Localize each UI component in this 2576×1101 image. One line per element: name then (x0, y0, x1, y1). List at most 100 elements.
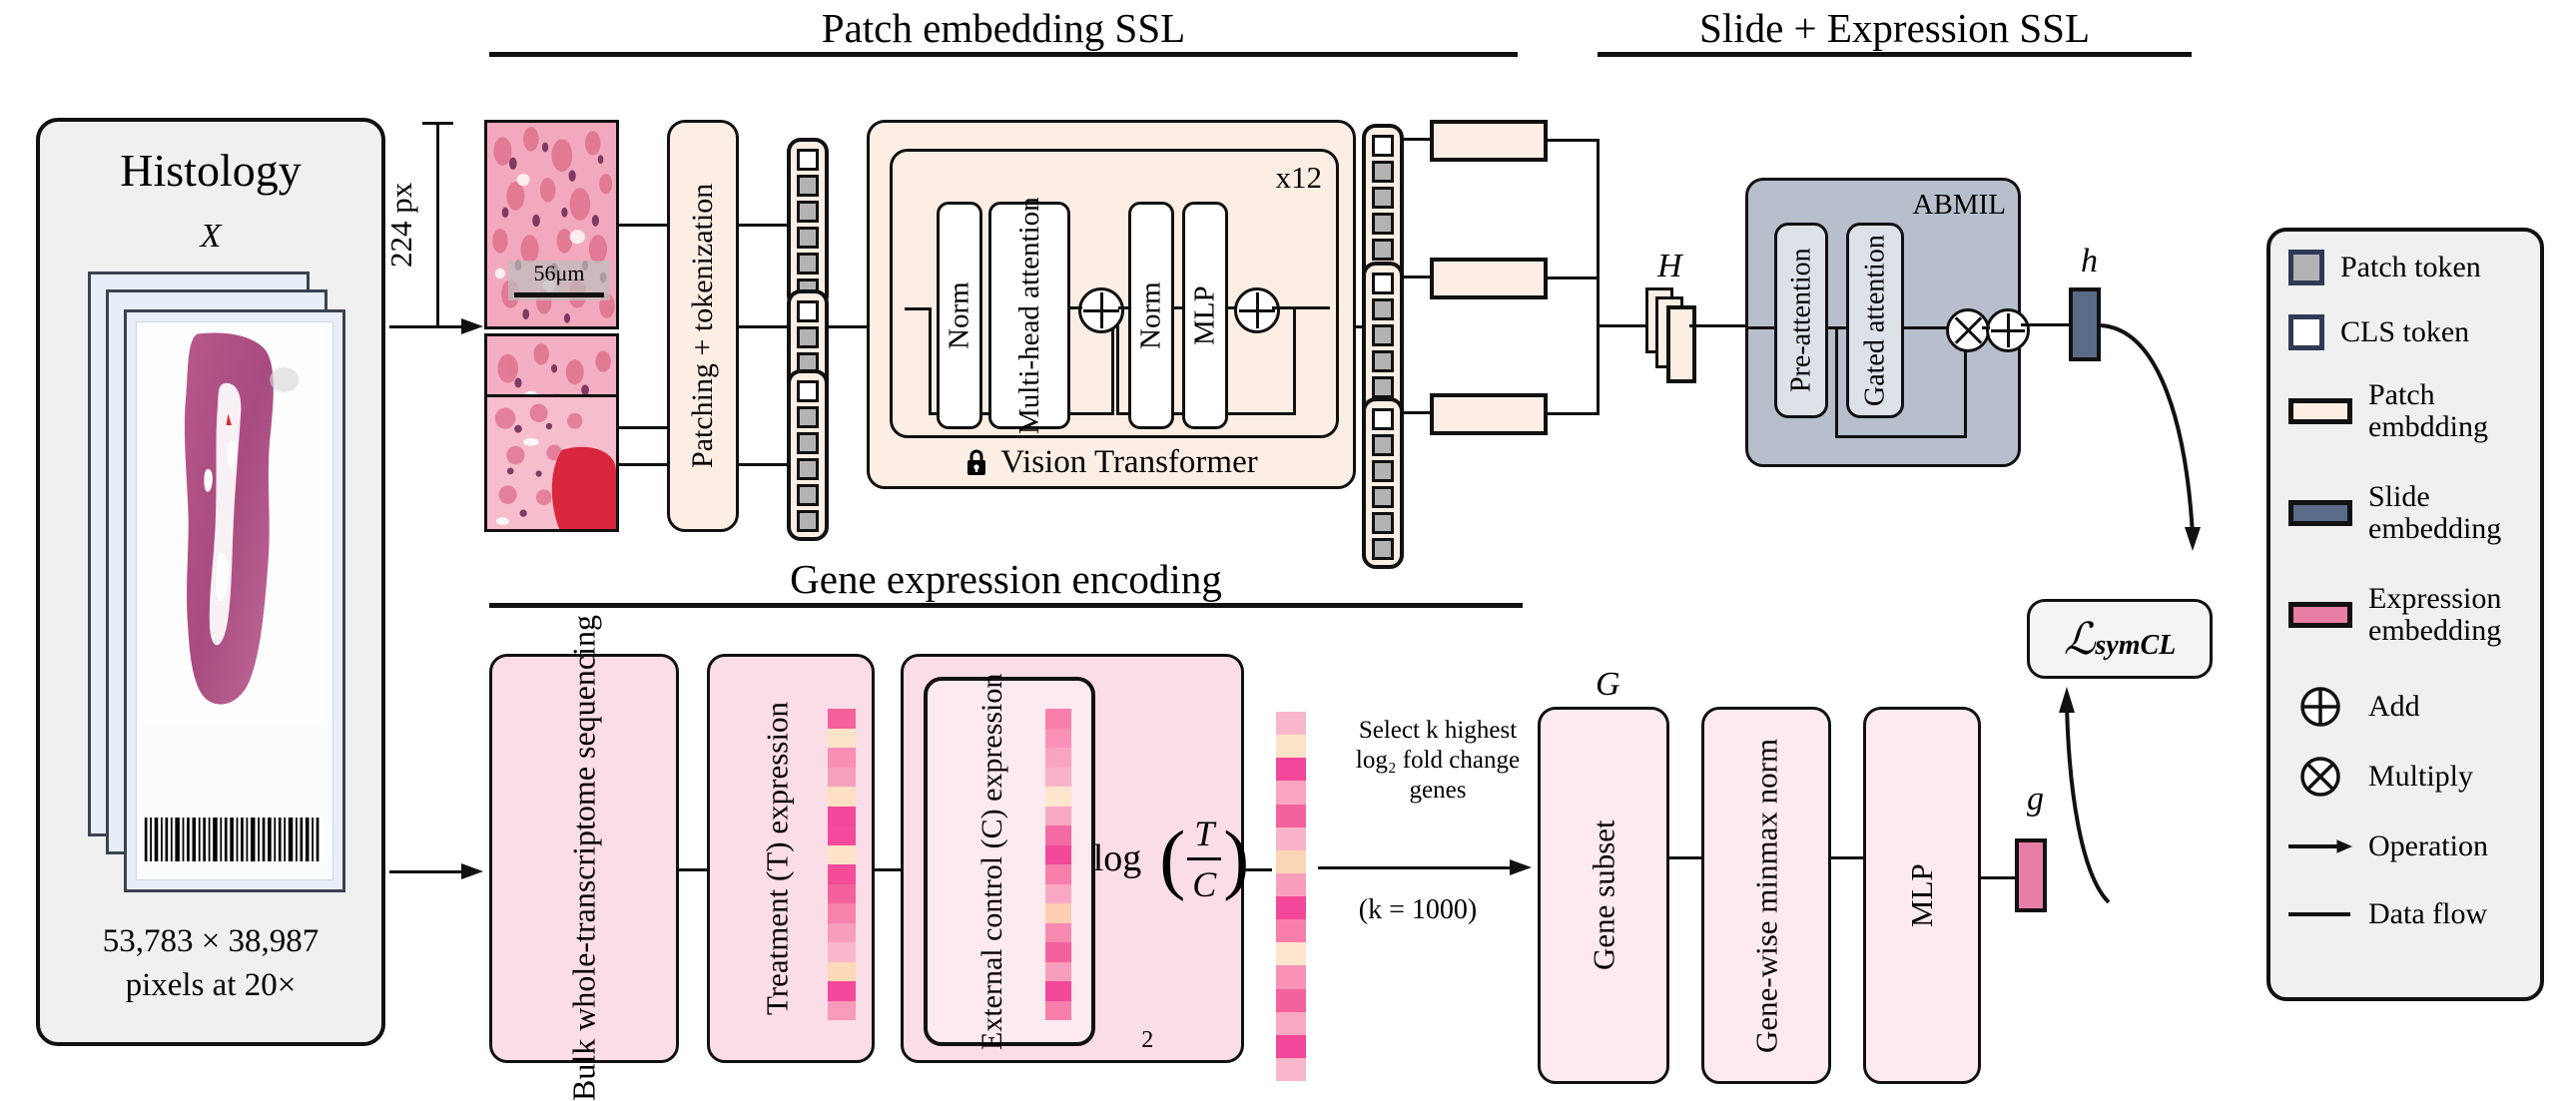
flow-line (1831, 856, 1863, 859)
histology-symbol: X (200, 218, 222, 255)
expression-embedding-bar (2015, 838, 2047, 912)
genewise-minmax-norm-box: Gene-wise minmax norm (1701, 707, 1831, 1084)
flow-line (875, 868, 903, 871)
patch-token-icon (1372, 460, 1394, 482)
flow-line (1964, 342, 1967, 437)
flow-line (1070, 306, 1082, 309)
control-heat-strip (1045, 709, 1071, 1020)
select-k-line2: log₂ fold change (1355, 747, 1521, 774)
vision-transformer-title: Vision Transformer (870, 444, 1353, 481)
mlp-box: MLP (1182, 202, 1228, 429)
treatment-expression-box: Treatment (T) expression (707, 654, 875, 1063)
loss-connector-g (2059, 687, 2111, 904)
add-operation-icon (1078, 287, 1124, 333)
histology-card: Histology X 53,783 × 38,987 pixels at 20… (36, 118, 385, 1046)
patch-size-caliper (436, 122, 439, 328)
gene-mlp-box: MLP (1863, 707, 1981, 1084)
flow-line (1318, 866, 1518, 869)
vision-transformer-box: x12 Norm Multi-head attention Norm MLP V… (867, 120, 1356, 489)
patch-size-label: 224 px (383, 182, 418, 268)
multi-head-attention-box: Multi-head attention (988, 197, 1070, 434)
patch-token-icon (1372, 161, 1394, 183)
gene-subset-box: Gene subset (1538, 707, 1669, 1084)
flow-line (1118, 306, 1130, 309)
norm-box: Norm (1128, 202, 1174, 429)
patch-embedding-bag (1645, 287, 1711, 383)
circle-plus-icon (2300, 687, 2340, 727)
patch-token-icon (1372, 512, 1394, 534)
caliper-tick-bottom (422, 325, 453, 328)
log-denominator: C (1192, 863, 1217, 904)
cls-token-icon (1372, 408, 1394, 430)
cls-token-icon (797, 149, 819, 171)
treatment-heat-strip (828, 709, 856, 1020)
external-control-box: External control (C) expression (924, 673, 1095, 1050)
rect-pink-icon (2288, 602, 2352, 629)
legend-item-patch-token: Patch token (2288, 250, 2532, 285)
g-label: g (2027, 781, 2044, 818)
bulk-sequencing-box: Bulk whole-transcriptome sequencing (489, 616, 679, 1101)
cls-token-icon (1372, 135, 1394, 157)
circle-times-icon (2300, 757, 2340, 797)
log2-fold-change-formula: log 2 ( T C ) (1092, 813, 1250, 1054)
legend-label: Operation (2368, 829, 2488, 862)
flow-line (619, 463, 669, 466)
patch-token-icon (797, 484, 819, 506)
patch-token-icon (797, 253, 819, 275)
legend-label: Add (2368, 689, 2420, 723)
flow-line (619, 224, 669, 227)
transformer-block: x12 Norm Multi-head attention Norm MLP (890, 149, 1339, 438)
select-k-line1: Select k highest (1358, 717, 1518, 744)
scale-bar: 56μm (508, 261, 610, 300)
flow-line (1174, 306, 1184, 309)
legend-item-cls-token: CLS token (2288, 314, 2532, 350)
G-label: G (1596, 666, 1620, 703)
flow-line (619, 426, 669, 429)
scale-bar-label: 56μm (533, 261, 585, 285)
square-outline-white-icon (2288, 314, 2324, 350)
loss-subscript: symCL (2095, 630, 2177, 661)
pre-attention-box: Pre-attention (1774, 223, 1828, 418)
skip-connection (929, 307, 932, 415)
cls-token-icon (1372, 273, 1394, 294)
patch-token-icon (797, 406, 819, 428)
line-icon (2288, 912, 2351, 917)
patch-token-icon (797, 326, 819, 348)
flow-line (739, 224, 787, 227)
cls-token-icon (797, 300, 819, 322)
patch-token-icon (1372, 538, 1394, 560)
add-operation-icon (1986, 308, 2030, 352)
patch-token-icon (797, 201, 819, 223)
log-base: 2 (1141, 1027, 1154, 1053)
log-numerator: T (1194, 813, 1215, 853)
wsi-slide-stack (88, 272, 345, 892)
token-column (787, 369, 829, 541)
norm-box: Norm (937, 202, 982, 429)
external-control-label: External control (C) expression (974, 673, 1008, 1050)
cls-token-icon (797, 380, 819, 402)
legend-item-operation: Operation (2288, 829, 2532, 862)
legend-label: Patch embdding (2368, 378, 2488, 444)
flow-line (1548, 412, 1600, 415)
legend-item-data-flow: Data flow (2288, 897, 2532, 930)
patch-token-icon (1372, 350, 1394, 372)
legend-label: Multiply (2368, 759, 2474, 793)
flow-line (1982, 326, 1990, 329)
token-column-output (1362, 397, 1404, 569)
barcode-icon (143, 818, 322, 861)
loss-symbol: ℒ (2063, 614, 2096, 664)
section-title-patch-ssl: Patch embedding SSL (821, 5, 1186, 51)
flow-line (1689, 324, 1747, 327)
flow-line (1669, 856, 1701, 859)
rect-cream-icon (2288, 398, 2352, 425)
legend-item-slide-embedding: Slide embedding (2288, 480, 2532, 546)
abmil-label: ABMIL (1912, 189, 2006, 221)
flow-line (739, 463, 787, 466)
slide-dimensions-line2: pixels at 20× (125, 967, 297, 1004)
select-k-line3: genes (1409, 777, 1467, 804)
flow-line (389, 870, 469, 873)
logfc-heat-strip (1276, 712, 1306, 1081)
patch-token-icon (797, 175, 819, 197)
patch-token-icon (1372, 187, 1394, 209)
repeat-count-label: x12 (1275, 160, 1323, 195)
